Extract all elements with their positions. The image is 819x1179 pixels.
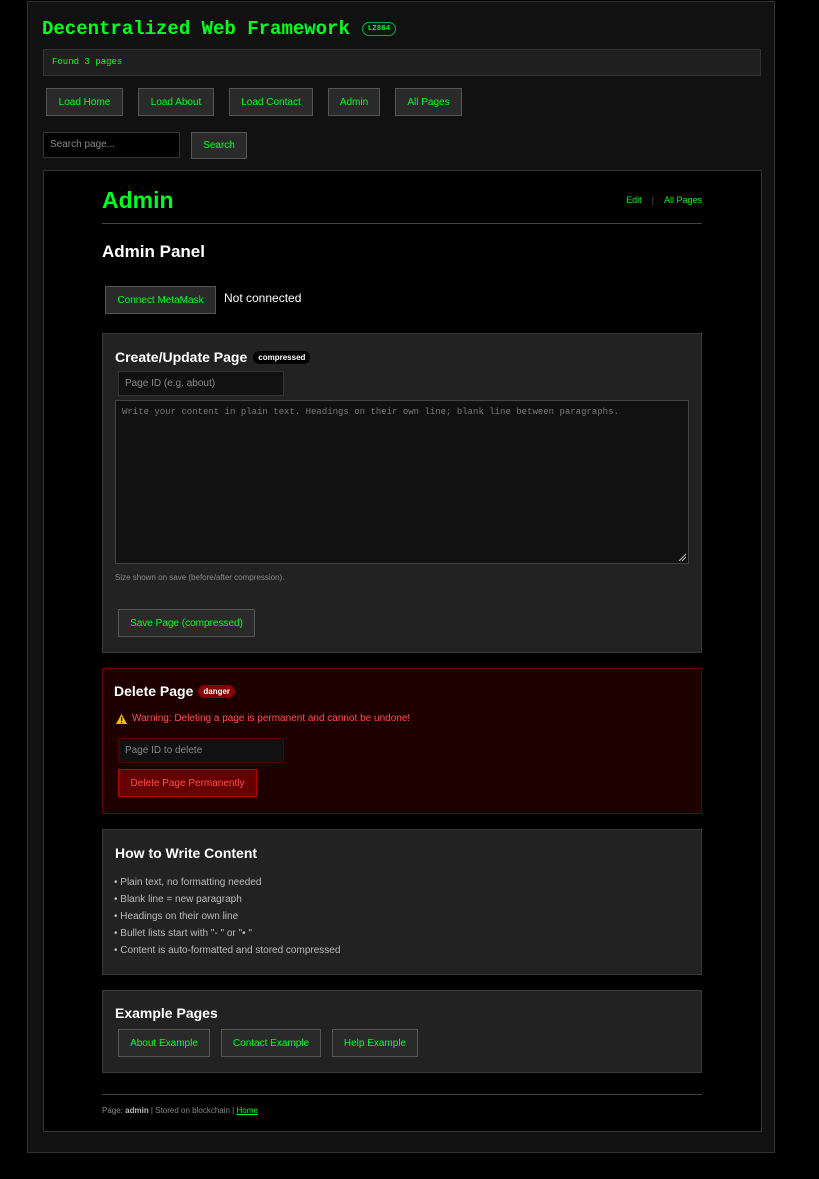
tip-item: • Content is auto-formatted and stored c… <box>114 945 341 956</box>
save-page-button[interactable]: Save Page (compressed) <box>118 609 255 637</box>
connect-metamask-button[interactable]: Connect MetaMask <box>105 286 216 314</box>
page-panel: Admin Edit | All Pages Admin Panel Conne… <box>43 170 762 1132</box>
wallet-connect-row: Connect MetaMask Not connected <box>105 286 301 314</box>
about-example-button[interactable]: About Example <box>118 1029 210 1057</box>
footer-divider <box>102 1094 702 1095</box>
load-home-button[interactable]: Load Home <box>46 88 123 116</box>
footer-prefix: Page: <box>102 1106 126 1115</box>
delete-page-button[interactable]: Delete Page Permanently <box>118 769 257 797</box>
tips-list: • Plain text, no formatting needed • Bla… <box>114 874 340 959</box>
admin-panel-heading: Admin Panel <box>102 242 205 261</box>
help-example-button[interactable]: Help Example <box>332 1029 418 1057</box>
page-title: Admin <box>102 187 174 213</box>
footer-page-name: admin <box>125 1106 149 1115</box>
status-bar: Found 3 pages <box>43 49 761 76</box>
content-textarea[interactable]: Write your content in plain text. Headin… <box>115 400 689 564</box>
danger-badge: danger <box>198 684 236 698</box>
all-pages-button[interactable]: All Pages <box>395 88 462 116</box>
load-about-button[interactable]: Load About <box>138 88 214 116</box>
content-placeholder: Write your content in plain text. Headin… <box>122 407 619 417</box>
page-links: Edit | All Pages <box>626 195 702 205</box>
size-hint: Size shown on save (before/after compres… <box>115 573 285 582</box>
load-contact-button[interactable]: Load Contact <box>229 88 313 116</box>
admin-button[interactable]: Admin <box>328 88 380 116</box>
footer-middle: | Stored on blockchain | <box>148 1106 237 1115</box>
search-button[interactable]: Search <box>191 132 247 159</box>
page-footer: Page: admin | Stored on blockchain | Hom… <box>102 1106 258 1115</box>
examples-buttons: About Example Contact Example Help Examp… <box>118 1029 429 1057</box>
tip-item: • Bullet lists start with "- " or "• " <box>114 928 252 939</box>
tip-item: • Plain text, no formatting needed <box>114 877 262 888</box>
how-to-heading: How to Write Content <box>115 845 258 861</box>
search-row: Search page... Search <box>43 132 247 159</box>
edit-link[interactable]: Edit <box>626 195 642 205</box>
delete-warning: Warning: Deleting a page is permanent an… <box>116 713 410 724</box>
delete-page-title: Delete Page <box>114 683 194 699</box>
page-id-input[interactable]: Page ID (e.g. about) <box>118 371 284 396</box>
examples-card: Example Pages About Example Contact Exam… <box>102 990 702 1073</box>
connection-status: Not connected <box>224 291 302 305</box>
link-separator: | <box>651 195 654 205</box>
warning-text: Warning: Deleting a page is permanent an… <box>132 713 411 724</box>
search-input[interactable]: Search page... <box>43 132 180 158</box>
warning-icon <box>116 713 127 724</box>
delete-page-heading: Delete Page danger <box>114 683 236 699</box>
delete-page-id-input[interactable]: Page ID to delete <box>118 738 284 763</box>
all-pages-link[interactable]: All Pages <box>664 195 702 205</box>
create-page-heading: Create/Update Page compressed <box>115 349 311 365</box>
nav-bar: Load Home Load About Load Contact Admin … <box>46 88 477 116</box>
title-divider <box>102 223 702 224</box>
create-page-card: Create/Update Page compressed Page ID (e… <box>102 333 702 653</box>
app-title: Decentralized Web Framework LZ864 <box>42 18 397 40</box>
delete-page-card: Delete Page danger Warning: Deleting a p… <box>102 668 702 814</box>
home-link[interactable]: Home <box>236 1106 257 1115</box>
tip-item: • Headings on their own line <box>114 911 239 922</box>
resize-handle-icon[interactable] <box>678 553 686 561</box>
examples-heading: Example Pages <box>115 1005 218 1021</box>
compression-badge: LZ864 <box>361 22 397 36</box>
create-page-title: Create/Update Page <box>115 349 248 365</box>
app-title-text: Decentralized Web Framework <box>42 18 350 40</box>
how-to-card: How to Write Content • Plain text, no fo… <box>102 829 702 975</box>
tip-item: • Blank line = new paragraph <box>114 894 242 905</box>
contact-example-button[interactable]: Contact Example <box>221 1029 321 1057</box>
compressed-badge: compressed <box>253 350 311 364</box>
app-window: Decentralized Web Framework LZ864 Found … <box>27 1 775 1153</box>
